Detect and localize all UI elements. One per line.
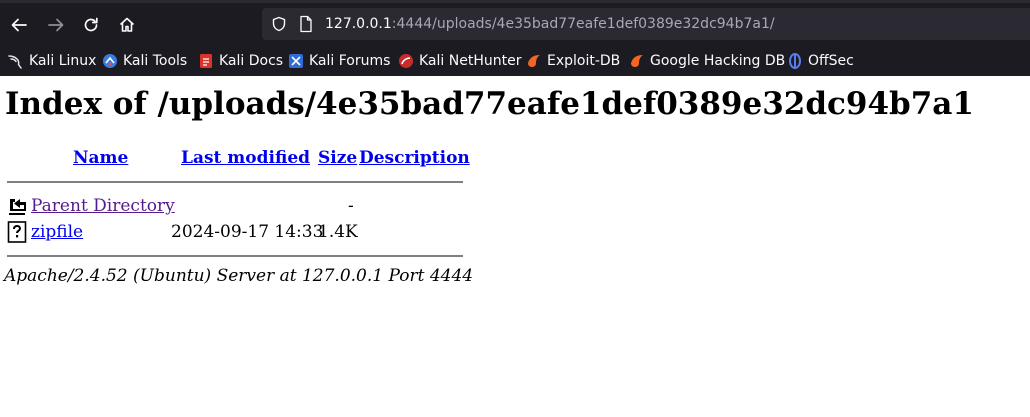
- ghdb-icon: [631, 55, 643, 67]
- page-info-icon[interactable]: [299, 15, 313, 33]
- bookmark-label: Kali NetHunter: [419, 53, 522, 69]
- reload-icon: [84, 17, 98, 32]
- bookmark-label: OffSec: [808, 53, 854, 69]
- back-arrow-icon: [11, 18, 27, 32]
- server-signature: Apache/2.4.52 (Ubuntu) Server at 127.0.0…: [4, 266, 474, 286]
- file-link-zipfile[interactable]: zipfile: [31, 221, 83, 243]
- column-header-name[interactable]: Name: [73, 148, 128, 168]
- bookmark-label: Google Hacking DB: [650, 53, 786, 69]
- reload-button[interactable]: [75, 9, 107, 41]
- kali-dragon-icon: [8, 55, 22, 69]
- directory-listing-page: Index of /uploads/4e35bad77eafe1def0389e…: [0, 76, 1030, 417]
- bookmark-kali-nethunter[interactable]: Kali NetHunter: [398, 51, 521, 71]
- exploit-db-icon: [528, 55, 540, 67]
- kali-forums-icon: [289, 54, 303, 68]
- bookmark-google-hacking-db[interactable]: Google Hacking DB: [629, 51, 785, 71]
- row-size: 1.4K: [318, 222, 358, 242]
- header-divider: [7, 181, 463, 183]
- tab-strip-edge: [0, 0, 1030, 3]
- url-text[interactable]: 127.0.0.1:4444/uploads/4e35bad77eafe1def…: [325, 14, 775, 34]
- column-header-last-modified[interactable]: Last modified: [181, 148, 310, 168]
- bookmark-kali-tools[interactable]: Kali Tools: [102, 51, 187, 71]
- home-icon: [119, 17, 135, 32]
- url-path: :4444/uploads/4e35bad77eafe1def0389e32dc…: [391, 16, 775, 32]
- column-header-description[interactable]: Description: [359, 148, 470, 168]
- bookmark-kali-linux[interactable]: Kali Linux: [8, 51, 96, 71]
- tracking-protection-shield-icon[interactable]: [271, 16, 287, 32]
- forward-arrow-icon: [48, 18, 64, 32]
- kali-tools-icon: [103, 54, 117, 68]
- row-last-modified: 2024-09-17 14:33: [171, 222, 324, 242]
- offsec-icon: [789, 53, 801, 69]
- bookmark-kali-docs[interactable]: Kali Docs: [198, 51, 283, 71]
- page-title: Index of /uploads/4e35bad77eafe1def0389e…: [5, 86, 974, 122]
- home-button[interactable]: [111, 9, 143, 41]
- parent-directory-link[interactable]: Parent Directory: [31, 195, 175, 217]
- bookmark-kali-forums[interactable]: Kali Forums: [288, 51, 390, 71]
- footer-divider: [7, 255, 463, 257]
- unknown-file-icon: [7, 221, 27, 243]
- back-arrow-icon: [9, 199, 26, 215]
- kali-docs-icon: [200, 54, 212, 68]
- bookmark-label: Kali Tools: [123, 53, 188, 69]
- url-host: 127.0.0.1: [325, 16, 392, 32]
- row-size: -: [348, 196, 354, 216]
- nethunter-icon: [399, 54, 413, 68]
- back-button[interactable]: [3, 9, 35, 41]
- forward-button[interactable]: [40, 9, 72, 41]
- bookmark-label: Kali Docs: [219, 53, 284, 69]
- browser-toolbar: 127.0.0.1:4444/uploads/4e35bad77eafe1def…: [0, 0, 1030, 76]
- bookmark-offsec[interactable]: OffSec: [787, 51, 854, 71]
- url-bar[interactable]: 127.0.0.1:4444/uploads/4e35bad77eafe1def…: [262, 8, 1030, 40]
- column-header-size[interactable]: Size: [318, 148, 357, 168]
- bookmark-label: Kali Forums: [309, 53, 391, 69]
- bookmark-label: Exploit-DB: [547, 53, 621, 69]
- bookmark-label: Kali Linux: [29, 53, 97, 69]
- bookmark-exploit-db[interactable]: Exploit-DB: [526, 51, 620, 71]
- bookmarks-toolbar: Kali Linux Kali Tools Kali Docs Kali For…: [0, 47, 1030, 74]
